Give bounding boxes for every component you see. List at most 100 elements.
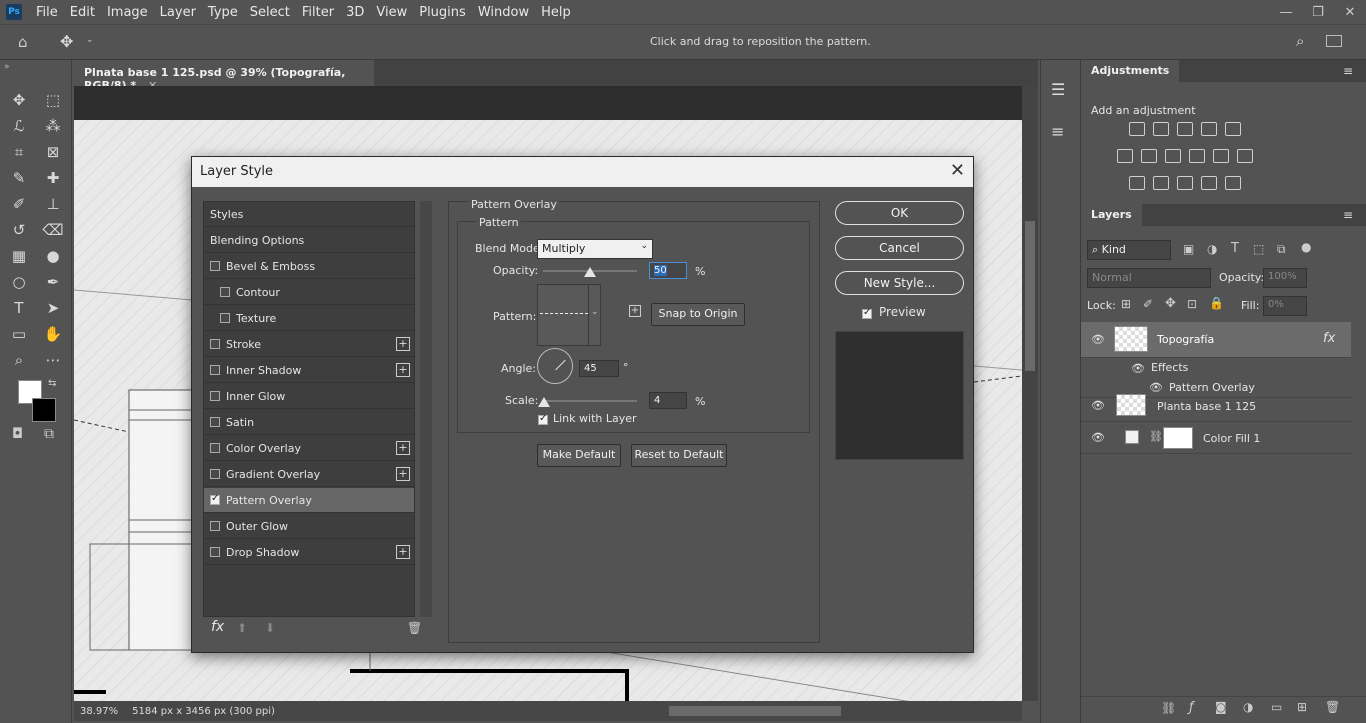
photo-filter-icon[interactable]	[1189, 149, 1205, 163]
add-effect-icon[interactable]: +	[396, 363, 410, 377]
type-tool-icon[interactable]: T	[8, 297, 30, 319]
scale-field[interactable]: 4	[649, 392, 687, 409]
style-item-blending-options[interactable]: Blending Options	[204, 228, 414, 253]
hand-tool-icon[interactable]: ✋	[42, 323, 64, 345]
menu-item-help[interactable]: Help	[535, 5, 577, 20]
make-default-button[interactable]: Make Default	[537, 444, 621, 467]
blend-mode-select[interactable]: Multiply ⌄	[537, 239, 653, 259]
add-effect-icon[interactable]: +	[396, 467, 410, 481]
document-tab[interactable]: Plnata base 1 125.psd @ 39% (Topografía,…	[74, 60, 374, 92]
lock-image-icon[interactable]: ✐	[1143, 297, 1153, 311]
visibility-eye-icon[interactable]: 👁	[1091, 399, 1105, 412]
style-item-styles[interactable]: Styles	[204, 202, 414, 227]
delete-layer-icon[interactable]: 🗑	[1325, 700, 1340, 714]
rectangle-tool-icon[interactable]: ▭	[8, 323, 30, 345]
pen-tool-icon[interactable]: ✒	[42, 271, 64, 293]
angle-field[interactable]: 45	[579, 360, 619, 377]
opacity-slider-thumb[interactable]	[584, 267, 596, 277]
history-panel-icon[interactable]: ☰	[1051, 80, 1065, 99]
close-icon[interactable]: ✕	[950, 160, 965, 181]
type-filter-icon[interactable]: T	[1231, 241, 1239, 256]
visibility-eye-icon[interactable]: 👁	[1131, 362, 1145, 375]
zoom-tool-icon[interactable]: ⌕	[8, 349, 30, 371]
fx-icon[interactable]: fx	[1323, 331, 1335, 346]
menu-item-edit[interactable]: Edit	[64, 5, 101, 20]
stamp-tool-icon[interactable]: ⊥	[42, 193, 64, 215]
move-tool-icon[interactable]: ✥	[60, 32, 73, 51]
angle-dial[interactable]	[537, 348, 573, 384]
layer-filter-select[interactable]: ⌕ Kind	[1087, 240, 1171, 260]
visibility-eye-icon[interactable]: 👁	[1091, 431, 1105, 444]
posterize-icon[interactable]	[1153, 176, 1169, 190]
scroll-thumb[interactable]	[669, 706, 841, 716]
link-with-layer-checkbox[interactable]	[538, 413, 548, 425]
blur-tool-icon[interactable]: ●	[42, 245, 64, 267]
style-item-drop-shadow[interactable]: Drop Shadow +	[204, 540, 414, 565]
crop-tool-icon[interactable]: ⌗	[8, 141, 30, 163]
fx-icon[interactable]: fx	[211, 619, 224, 635]
smart-object-filter-icon[interactable]: ⧉	[1277, 242, 1286, 257]
selective-color-icon[interactable]	[1201, 176, 1217, 190]
scale-slider-thumb[interactable]	[538, 397, 550, 407]
menu-item-image[interactable]: Image	[101, 5, 154, 20]
new-layer-icon[interactable]: ⊞	[1297, 700, 1307, 714]
collapse-icon[interactable]: »	[4, 62, 10, 72]
style-item-satin[interactable]: Satin	[204, 410, 414, 435]
opacity-field[interactable]: 50	[649, 262, 687, 279]
menu-item-3d[interactable]: 3D	[340, 5, 370, 20]
home-icon[interactable]: ⌂	[18, 33, 28, 51]
shape-filter-icon[interactable]: ⬚	[1253, 242, 1264, 256]
blend-mode-select[interactable]: Normal	[1087, 268, 1211, 288]
style-checkbox[interactable]	[220, 313, 230, 323]
more-tools-icon[interactable]: ⋯	[42, 349, 64, 371]
add-effect-icon[interactable]: +	[396, 441, 410, 455]
healing-brush-icon[interactable]: ✚	[42, 167, 64, 189]
layer-row-topografia[interactable]: 👁 Topografía fx	[1081, 322, 1351, 358]
style-item-inner-shadow[interactable]: Inner Shadow +	[204, 358, 414, 383]
style-checkbox[interactable]	[210, 469, 220, 479]
style-checkbox[interactable]	[210, 261, 220, 271]
invert-icon[interactable]	[1129, 176, 1145, 190]
style-item-gradient-overlay[interactable]: Gradient Overlay +	[204, 462, 414, 487]
adjustments-tab[interactable]: Adjustments	[1081, 60, 1180, 82]
style-item-contour[interactable]: Contour	[204, 280, 414, 305]
lock-artboard-icon[interactable]: ⊡	[1187, 297, 1197, 311]
black-white-icon[interactable]	[1165, 149, 1181, 163]
screen-mode-icon[interactable]: ⧉	[44, 426, 54, 442]
levels-icon[interactable]	[1153, 122, 1169, 136]
style-checkbox[interactable]	[210, 493, 220, 505]
minimize-icon[interactable]: —	[1270, 0, 1302, 24]
style-item-inner-glow[interactable]: Inner Glow	[204, 384, 414, 409]
ok-button[interactable]: OK	[835, 201, 964, 225]
lock-transparent-icon[interactable]: ⊞	[1121, 297, 1131, 311]
adjustment-filter-icon[interactable]: ◑	[1207, 242, 1217, 256]
add-mask-icon[interactable]: ◙	[1215, 700, 1227, 714]
cancel-button[interactable]: Cancel	[835, 236, 964, 260]
style-item-color-overlay[interactable]: Color Overlay +	[204, 436, 414, 461]
exposure-icon[interactable]	[1201, 122, 1217, 136]
vibrance-icon[interactable]	[1225, 122, 1241, 136]
visibility-eye-icon[interactable]: 👁	[1091, 333, 1105, 346]
style-checkbox[interactable]	[210, 339, 220, 349]
pattern-picker[interactable]: ⌄	[537, 284, 601, 346]
link-layers-icon[interactable]: ⛓	[1161, 701, 1176, 715]
snap-to-origin-button[interactable]: Snap to Origin	[651, 303, 745, 326]
lasso-tool-icon[interactable]: ℒ	[8, 115, 30, 137]
move-tool-icon[interactable]: ✥	[8, 89, 30, 111]
style-checkbox[interactable]	[210, 365, 220, 375]
curves-icon[interactable]	[1177, 122, 1193, 136]
threshold-icon[interactable]	[1177, 176, 1193, 190]
menu-item-view[interactable]: View	[370, 5, 413, 20]
layer-effects-row[interactable]: 👁 Effects	[1081, 358, 1351, 378]
quick-mask-icon[interactable]: ◘	[12, 426, 23, 442]
path-select-icon[interactable]: ➤	[42, 297, 64, 319]
lock-position-icon[interactable]: ✥	[1165, 296, 1176, 311]
panel-menu-icon[interactable]: ≡	[1343, 64, 1353, 78]
chevron-down-icon[interactable]: ⌄	[86, 35, 94, 45]
pixel-filter-icon[interactable]: ▣	[1183, 242, 1194, 256]
close-icon[interactable]: ✕	[1334, 0, 1366, 24]
hue-saturation-icon[interactable]	[1117, 149, 1133, 163]
style-item-outer-glow[interactable]: Outer Glow	[204, 514, 414, 539]
new-style-button[interactable]: New Style...	[835, 271, 964, 295]
style-item-pattern-overlay[interactable]: Pattern Overlay	[204, 488, 414, 513]
